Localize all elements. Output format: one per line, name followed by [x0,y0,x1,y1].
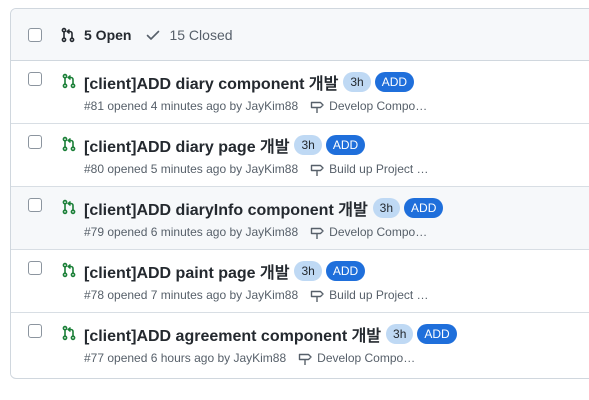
pr-title-link[interactable]: [client]ADD diaryInfo component 개발 [84,196,368,220]
pr-meta: #79 opened 6 minutes ago by JayKim88 [84,225,299,239]
pr-meta: #80 opened 5 minutes ago by JayKim88 [84,162,299,176]
pr-title-link[interactable]: [client]ADD agreement component 개발 [84,322,381,346]
git-pull-request-icon [62,136,76,152]
milestone-icon [298,353,312,365]
label-3h[interactable]: 3h [386,324,414,344]
pr-title-link[interactable]: [client]ADD paint page 개발 [84,259,289,283]
milestone-label: Develop Compo… [329,225,428,239]
list-item: [client]ADD paint page 개발 3h ADD #78 ope… [11,250,589,313]
list-item: [client]ADD diaryInfo component 개발 3h AD… [11,187,589,250]
row-checkbox[interactable] [28,261,42,275]
pr-title-link[interactable]: [client]ADD diary page 개발 [84,133,289,157]
git-pull-request-icon [62,262,76,278]
label-add[interactable]: ADD [325,261,366,281]
label-add[interactable]: ADD [374,72,415,92]
pr-meta: #77 opened 6 hours ago by JayKim88 [84,351,287,365]
label-add[interactable]: ADD [417,324,457,344]
milestone-label: Develop Compo… [329,99,428,113]
milestone-icon [310,290,324,302]
list-item: [client]ADD agreement component 개발 3h AD… [11,313,589,376]
git-pull-request-icon [62,325,76,341]
closed-count-label: 15 Closed [169,26,233,43]
tab-closed[interactable]: 15 Closed [145,26,233,43]
pull-request-list: 5 Open 15 Closed [client]ADD diary compo… [10,8,589,379]
label-3h[interactable]: 3h [372,198,401,218]
row-checkbox[interactable] [28,324,42,338]
tab-open[interactable]: 5 Open [60,27,131,43]
check-icon [147,30,160,40]
select-all-checkbox[interactable] [28,27,42,42]
milestone-icon [310,227,324,239]
label-3h[interactable]: 3h [294,135,322,155]
row-checkbox[interactable] [28,198,42,212]
row-checkbox[interactable] [28,135,42,149]
milestone-label: Develop Compo… [317,351,416,365]
label-3h[interactable]: 3h [294,261,322,281]
milestone-icon [310,101,324,113]
milestone-link[interactable]: Develop Compo… [297,350,415,366]
git-pull-request-icon [62,199,76,215]
list-item: [client]ADD diary page 개발 3h ADD #80 ope… [11,124,589,187]
milestone-label: Build up Project … [329,162,429,176]
label-add[interactable]: ADD [325,135,366,155]
row-checkbox[interactable] [28,72,42,86]
milestone-icon [310,164,324,176]
milestone-link[interactable]: Develop Compo… [309,224,427,240]
list-item: [client]ADD diary component 개발 3h ADD #8… [11,61,589,124]
list-header: 5 Open 15 Closed [11,9,589,61]
label-add[interactable]: ADD [404,198,444,218]
pr-title-link[interactable]: [client]ADD diary component 개발 [84,70,338,94]
milestone-link[interactable]: Build up Project … [309,287,429,303]
label-3h[interactable]: 3h [343,72,371,92]
git-pull-request-icon [62,73,76,89]
pr-meta: #81 opened 4 minutes ago by JayKim88 [84,99,299,113]
pr-meta: #78 opened 7 minutes ago by JayKim88 [84,288,299,302]
git-pull-request-icon [61,27,75,42]
open-count-label: 5 Open [84,26,132,43]
milestone-label: Build up Project … [329,288,429,302]
milestone-link[interactable]: Build up Project … [309,161,429,177]
milestone-link[interactable]: Develop Compo… [309,98,427,114]
